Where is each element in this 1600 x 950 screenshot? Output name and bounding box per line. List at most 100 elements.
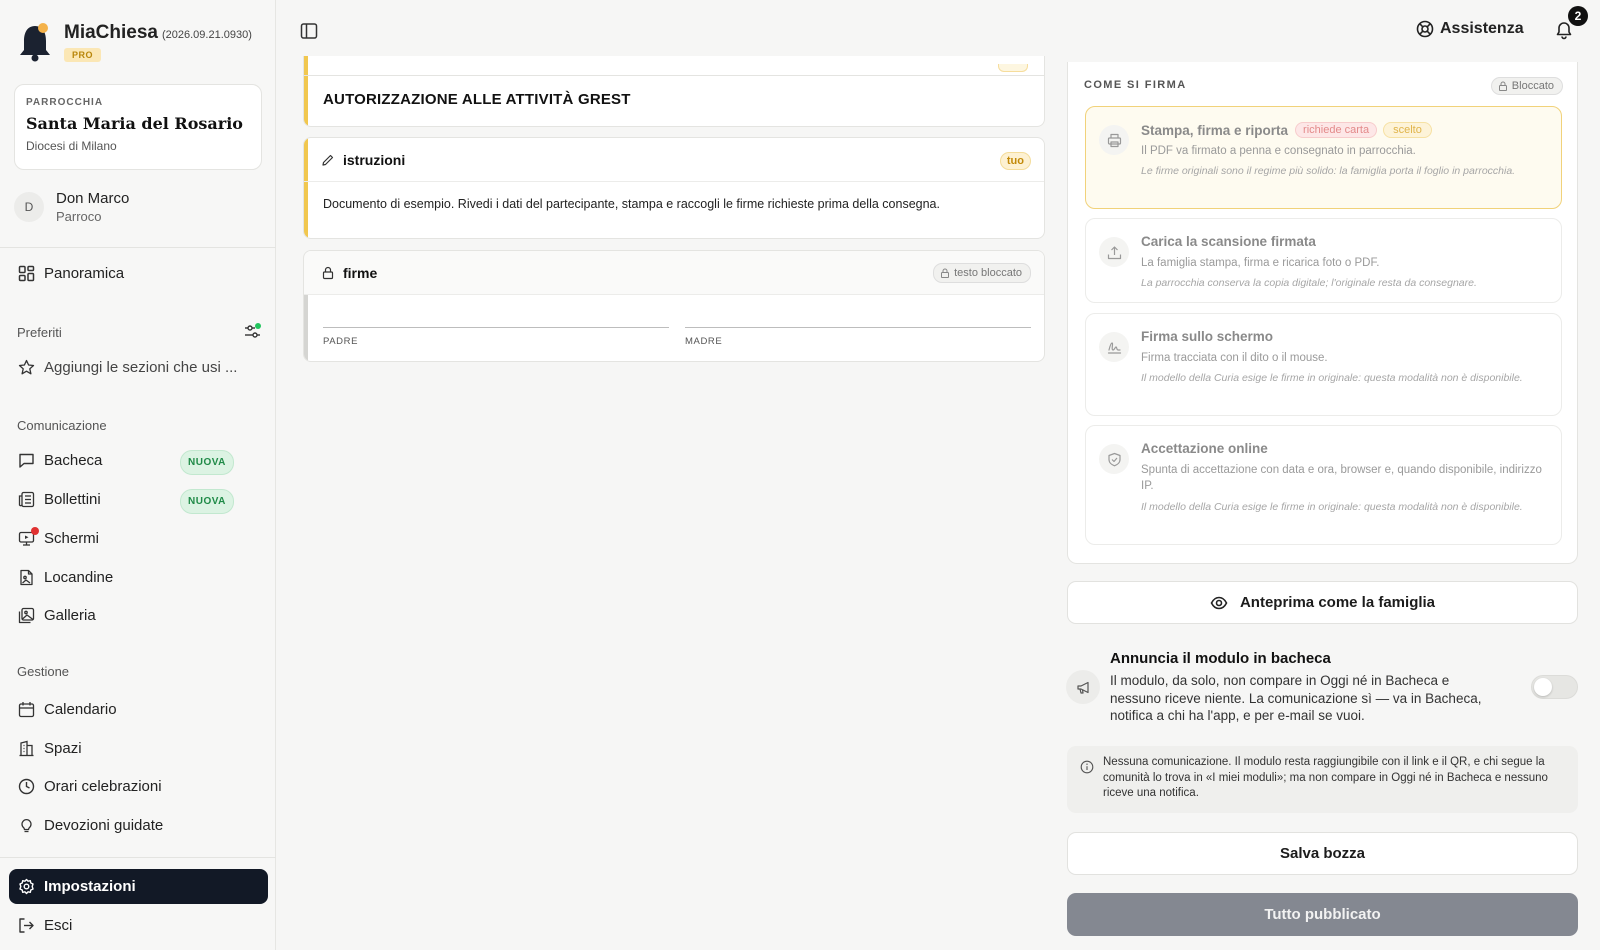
star-icon xyxy=(18,359,35,374)
user-profile[interactable]: D Don Marco Parroco xyxy=(14,190,129,224)
preview-as-family-button[interactable]: Anteprima come la famiglia xyxy=(1067,581,1578,624)
lock-icon xyxy=(322,266,334,279)
signature-label-mother: MADRE xyxy=(685,336,723,347)
option-screen-sign[interactable]: Firma sullo schermo Firma tracciata con … xyxy=(1085,313,1562,416)
announce-icon-wrap xyxy=(1066,670,1100,704)
lock-icon xyxy=(941,268,950,278)
sidebar-item-spazi[interactable]: Spazi xyxy=(18,736,82,760)
section-label-comunicazione: Comunicazione xyxy=(17,418,107,433)
option-note: Il modello della Curia esige le firme in… xyxy=(1141,501,1523,513)
option-icon-wrap xyxy=(1099,125,1129,155)
sidebar-item-orari[interactable]: Orari celebrazioni xyxy=(18,774,162,798)
option-print-sign[interactable]: Stampa, firma e riporta richiede carta s… xyxy=(1085,106,1562,209)
sidebar-item-bollettini[interactable]: Bollettini xyxy=(18,487,101,511)
sidebar-item-label: Schermi xyxy=(44,529,100,547)
locked-badge: Bloccato xyxy=(1490,77,1563,95)
lightbulb-icon xyxy=(21,818,32,832)
signature-line-mother xyxy=(685,327,1031,328)
option-description: Spunta di accettazione con data e ora, b… xyxy=(1141,464,1542,492)
option-title: Accettazione online xyxy=(1141,441,1268,456)
requires-paper-badge: richiede carta xyxy=(1295,122,1378,138)
section-label-preferiti: Preferiti xyxy=(17,325,62,340)
option-upload-scan[interactable]: Carica la scansione firmata La famiglia … xyxy=(1085,218,1562,303)
sidebar-item-label: Impostazioni xyxy=(44,878,136,895)
sidebar-toggle-icon[interactable] xyxy=(300,22,318,40)
partial-badge xyxy=(998,64,1028,72)
brand[interactable]: MiaChiesa (2026.09.21.0930) PRO xyxy=(16,20,252,64)
sidebar-item-label: Spazi xyxy=(44,739,82,757)
info-icon xyxy=(1080,760,1094,774)
sidebar-item-locandine[interactable]: Locandine xyxy=(18,565,113,589)
option-note: Il modello della Curia esige le firme in… xyxy=(1141,372,1523,384)
option-title: Firma sullo schermo xyxy=(1141,329,1274,344)
customize-favorites-icon[interactable] xyxy=(244,323,261,340)
user-name: Don Marco xyxy=(56,190,130,207)
option-note: Le firme originali sono il regime più so… xyxy=(1141,165,1516,177)
sidebar-item-label: Bacheca xyxy=(44,451,103,469)
announce-toggle[interactable] xyxy=(1531,675,1578,699)
option-title-text: Stampa, firma e riporta xyxy=(1141,122,1289,138)
save-draft-button[interactable]: Salva bozza xyxy=(1067,832,1578,875)
assistance-label: Assistenza xyxy=(1440,20,1524,37)
locked-text-badge: testo bloccato xyxy=(933,263,1031,283)
sidebar-item-label: Calendario xyxy=(44,700,117,718)
owner-badge: tuo xyxy=(999,152,1031,170)
sidebar-item-bacheca[interactable]: Bacheca xyxy=(18,448,102,472)
parish-diocese: Diocesi di Milano xyxy=(26,139,117,153)
sidebar-item-label: Aggiungi le sezioni che usi ... xyxy=(44,358,238,376)
shield-check-icon xyxy=(1107,452,1121,466)
parish-name: Santa Maria del Rosario xyxy=(26,114,243,133)
sidebar-item-galleria[interactable]: Galleria xyxy=(18,603,96,627)
section-title: istruzioni xyxy=(343,151,406,168)
message-square-icon xyxy=(19,453,34,468)
unread-dot xyxy=(31,526,39,535)
signatures-section: firme testo bloccato PADRE MADRE xyxy=(303,250,1045,362)
upload-icon xyxy=(1107,245,1121,259)
new-badge: NUOVA xyxy=(180,489,234,514)
instructions-section[interactable]: istruzioni tuo Documento di esempio. Riv… xyxy=(303,137,1045,239)
screen-icon-wrap xyxy=(18,526,39,547)
divider xyxy=(0,247,276,248)
parish-label: PARROCCHIA xyxy=(26,97,104,108)
option-icon-wrap xyxy=(1099,237,1129,267)
option-description: La famiglia stampa, firma e ricarica fot… xyxy=(1141,257,1380,269)
file-image-icon xyxy=(20,569,33,585)
signature-label-father: PADRE xyxy=(323,336,359,347)
parish-card[interactable]: PARROCCHIA Santa Maria del Rosario Dioce… xyxy=(14,84,262,170)
building-icon xyxy=(19,740,34,756)
notification-count-badge: 2 xyxy=(1568,6,1588,26)
option-online-accept[interactable]: Accettazione online Spunta di accettazio… xyxy=(1085,425,1562,545)
pencil-icon xyxy=(322,154,334,166)
sidebar-item-esci[interactable]: Esci xyxy=(18,913,72,937)
sidebar-item-label: Locandine xyxy=(44,568,114,586)
assistance-button[interactable]: Assistenza xyxy=(1416,20,1524,38)
sidebar-item-label: Devozioni guidate xyxy=(44,816,164,834)
instructions-text[interactable]: Documento di esempio. Rivedi i dati del … xyxy=(323,197,940,211)
locked-text-label: testo bloccato xyxy=(954,267,1022,279)
sidebar-item-label: Esci xyxy=(44,916,73,934)
signing-method-panel: COME SI FIRMA Bloccato Stampa, firma e r… xyxy=(1067,62,1578,564)
announce-description: Il modulo, da solo, non compare in Oggi … xyxy=(1110,673,1482,723)
section-label-gestione: Gestione xyxy=(17,664,70,679)
publish-button[interactable]: Tutto pubblicato xyxy=(1067,893,1578,936)
app-version: (2026.09.21.0930) xyxy=(161,29,252,41)
sidebar-item-panoramica[interactable]: Panoramica xyxy=(18,261,124,285)
lock-icon xyxy=(1498,81,1507,91)
option-icon-wrap xyxy=(1099,444,1129,474)
sidebar-item-label: Galleria xyxy=(44,606,96,624)
app-name: MiaChiesa xyxy=(64,22,158,43)
sidebar-item-schermi[interactable]: Schermi xyxy=(18,526,99,550)
eye-icon xyxy=(1210,596,1228,609)
sidebar-item-impostazioni[interactable]: Impostazioni xyxy=(9,869,268,904)
sidebar-item-devozioni[interactable]: Devozioni guidate xyxy=(18,813,163,837)
add-favorites-item[interactable]: Aggiungi le sezioni che usi ... xyxy=(18,355,237,379)
avatar: D xyxy=(14,192,44,222)
new-badge: NUOVA xyxy=(180,450,234,475)
panel-title: COME SI FIRMA xyxy=(1084,79,1187,91)
sidebar-item-calendario[interactable]: Calendario xyxy=(18,697,117,721)
section-header: istruzioni xyxy=(304,138,1044,182)
section-title: firme xyxy=(343,264,378,281)
option-description: Il PDF va firmato a penna e consegnato i… xyxy=(1141,145,1416,157)
selected-badge: scelto xyxy=(1383,122,1432,138)
option-description: Firma tracciata con il dito o il mouse. xyxy=(1141,352,1328,364)
